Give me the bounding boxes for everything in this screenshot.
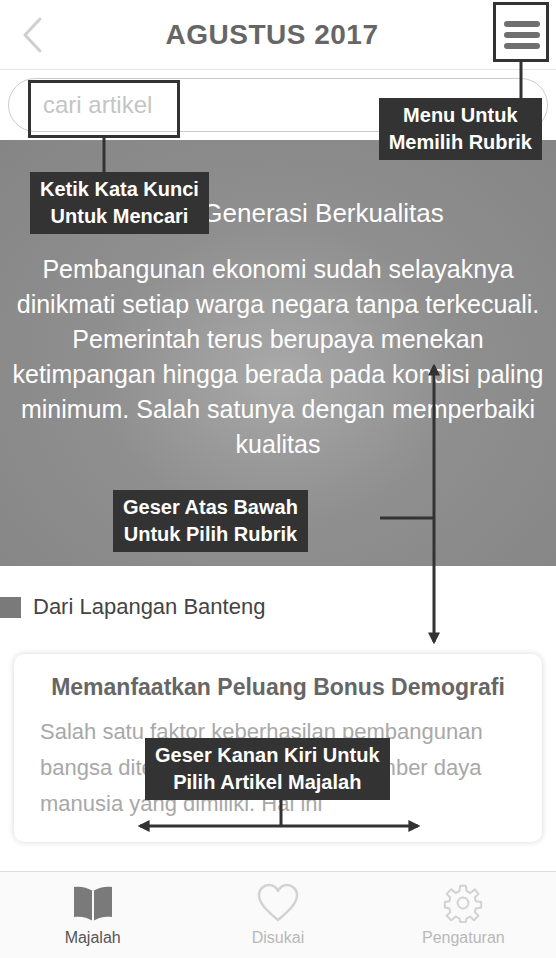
book-icon xyxy=(71,883,115,923)
annotation-label: Geser Atas BawahUntuk Pilih Rubrik xyxy=(113,490,308,552)
tab-item[interactable]: Pengaturan xyxy=(371,872,556,958)
heart-icon xyxy=(256,883,300,923)
hamburger-menu-icon[interactable] xyxy=(502,18,542,52)
tab-label: Majalah xyxy=(65,929,121,947)
section-marker xyxy=(0,597,21,618)
tab-label: Pengaturan xyxy=(422,929,505,947)
section-title: Dari Lapangan Banteng xyxy=(33,594,265,620)
back-chevron-icon[interactable] xyxy=(22,17,42,53)
menu-highlight-box xyxy=(493,2,549,62)
tab-item[interactable]: Disukai xyxy=(185,872,370,958)
annotation-label: Menu UntukMemilih Rubrik xyxy=(379,98,542,160)
search-highlight-box xyxy=(28,80,180,138)
tab-bar: Majalah Disukai Pengaturan xyxy=(0,871,556,958)
annotation-label: Ketik Kata KunciUntuk Mencari xyxy=(30,172,209,234)
magazine-screen: AGUSTUS 2017 Generasi Berkualitas Pemban… xyxy=(0,0,556,958)
tab-label: Disukai xyxy=(252,929,304,947)
top-bar: AGUSTUS 2017 xyxy=(0,0,556,70)
tab-item[interactable]: Majalah xyxy=(0,872,185,958)
gear-icon xyxy=(441,883,485,923)
article-title: Memanfaatkan Peluang Bonus Demografi xyxy=(40,672,516,702)
page-title: AGUSTUS 2017 xyxy=(42,19,502,51)
section-header: Dari Lapangan Banteng xyxy=(0,594,556,620)
annotation-label: Geser Kanan Kiri UntukPilih Artikel Maja… xyxy=(145,738,390,800)
hero-text: Pembangunan ekonomi sudah selayaknya din… xyxy=(6,252,550,462)
